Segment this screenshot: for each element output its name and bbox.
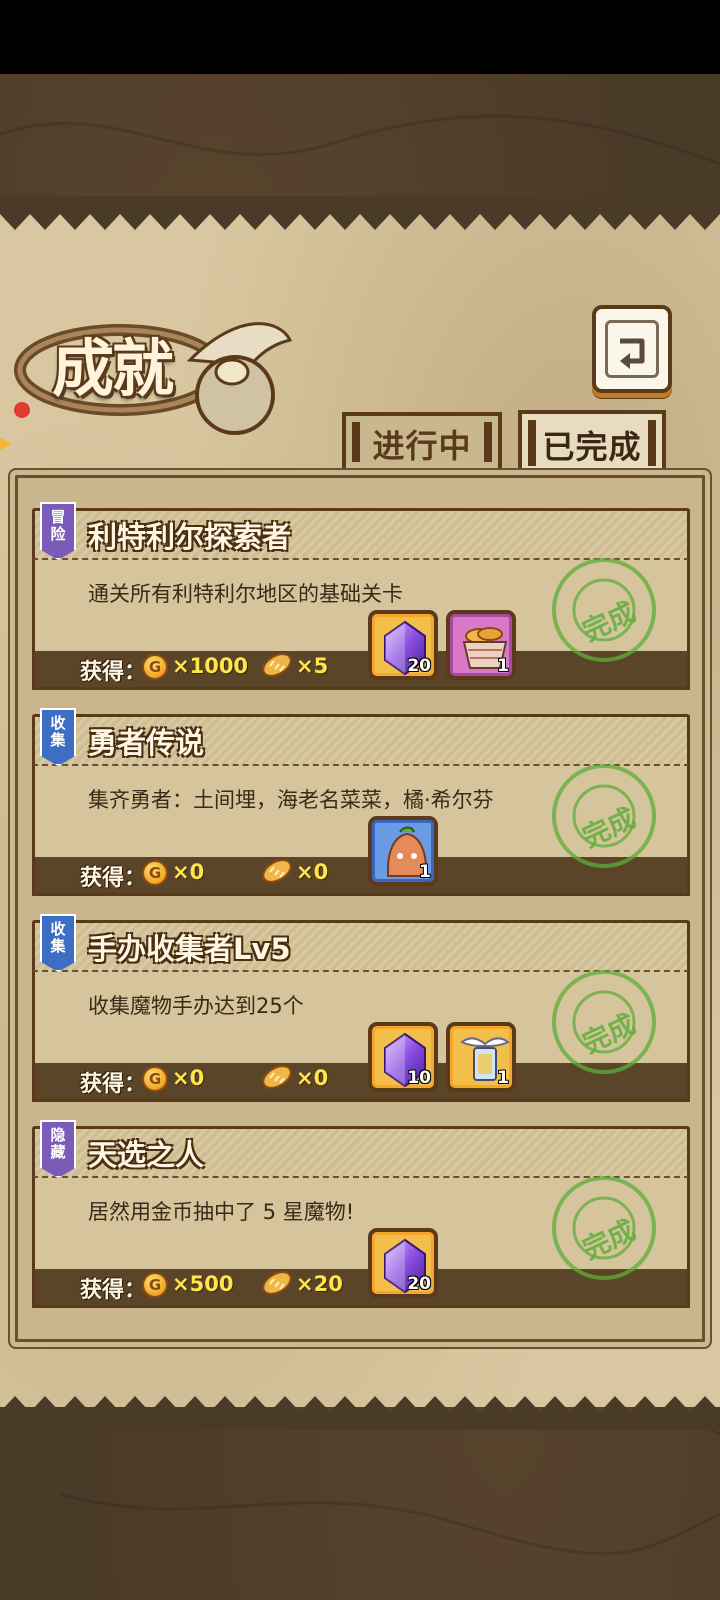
side-expand-arrow-icon[interactable]: ▶ xyxy=(0,432,14,454)
achievement-description: 集齐勇者：土间埋，海老名菜菜，橘·希尔芬 xyxy=(88,788,494,812)
tab-bar-right xyxy=(484,422,492,462)
reward-label: 获得： xyxy=(80,660,147,685)
gold-amount: ×0 xyxy=(172,860,205,884)
item-quantity: 1 xyxy=(497,1068,509,1088)
torn-edge-bottom xyxy=(0,1396,720,1430)
back-button[interactable] xyxy=(592,305,672,393)
tab-bar-right xyxy=(648,420,656,466)
item-quantity: 20 xyxy=(407,656,431,676)
bread-icon xyxy=(262,859,292,883)
bread-icon xyxy=(262,653,292,677)
achievement-card[interactable]: 收集 勇者传说 集齐勇者：土间埋，海老名菜菜，橘·希尔芬 获得： G ×0 ×0… xyxy=(32,708,690,896)
gold-amount: ×0 xyxy=(172,1066,205,1090)
item-quantity: 10 xyxy=(407,1068,431,1088)
bread-icon xyxy=(262,1271,292,1295)
reward-item-gem[interactable]: 10 xyxy=(368,1022,438,1092)
achievement-description: 居然用金币抽中了 5 星魔物! xyxy=(88,1200,355,1224)
achievement-name: 勇者传说 xyxy=(88,726,205,760)
category-badge: 隐藏 xyxy=(40,1120,76,1178)
reward-label: 获得： xyxy=(80,1072,147,1097)
tab-bar-left xyxy=(528,420,536,466)
item-quantity: 20 xyxy=(407,1274,431,1294)
achievement-card[interactable]: 冒险 利特利尔探索者 通关所有利特利尔地区的基础关卡 获得： G ×1000 ×… xyxy=(32,502,690,690)
notification-dot xyxy=(14,402,30,418)
status-bar xyxy=(0,0,720,74)
tab-completed-label: 已完成 xyxy=(542,428,642,466)
reward-item-gem[interactable]: 20 xyxy=(368,1228,438,1298)
bread-icon xyxy=(262,1065,292,1089)
achievement-name: 手办收集者Lv5 xyxy=(88,932,291,966)
gold-coin-icon: G xyxy=(142,1272,168,1298)
category-badge: 收集 xyxy=(40,708,76,766)
tab-in-progress[interactable]: 进行中 xyxy=(342,412,502,472)
bread-amount: ×0 xyxy=(296,860,329,884)
return-arrow-icon xyxy=(605,320,659,378)
tab-bar-left xyxy=(352,422,360,462)
achievement-description: 收集魔物手办达到25个 xyxy=(88,994,304,1018)
achievement-name: 利特利尔探索者 xyxy=(88,520,292,554)
page-title: 成就 xyxy=(52,332,174,405)
gold-coin-icon: G xyxy=(142,1066,168,1092)
achievement-description: 通关所有利特利尔地区的基础关卡 xyxy=(88,582,403,606)
gold-coin-icon: G xyxy=(142,860,168,886)
bread-amount: ×0 xyxy=(296,1066,329,1090)
achievement-card[interactable]: 收集 手办收集者Lv5 收集魔物手办达到25个 获得： G ×0 ×0 10 1… xyxy=(32,914,690,1102)
reward-item-gem[interactable]: 20 xyxy=(368,610,438,680)
reward-item-basket[interactable]: 1 xyxy=(446,610,516,680)
item-quantity: 1 xyxy=(419,862,431,882)
achievement-name: 天选之人 xyxy=(88,1138,205,1172)
tab-in-progress-label: 进行中 xyxy=(372,427,472,465)
gold-amount: ×1000 xyxy=(172,654,249,678)
torn-edge-top xyxy=(0,196,720,230)
reward-item-lantern[interactable]: 1 xyxy=(446,1022,516,1092)
tab-completed[interactable]: 已完成 xyxy=(518,410,666,476)
reward-label: 获得： xyxy=(80,866,147,891)
gold-amount: ×500 xyxy=(172,1272,234,1296)
item-quantity: 1 xyxy=(497,656,509,676)
reward-label: 获得： xyxy=(80,1278,147,1303)
bread-amount: ×5 xyxy=(296,654,329,678)
category-badge: 冒险 xyxy=(40,502,76,560)
bread-amount: ×20 xyxy=(296,1272,343,1296)
reward-item-figure[interactable]: 1 xyxy=(368,816,438,886)
gold-coin-icon: G xyxy=(142,654,168,680)
achievement-card[interactable]: 隐藏 天选之人 居然用金币抽中了 5 星魔物! 获得： G ×500 ×20 2… xyxy=(32,1120,690,1308)
category-badge: 收集 xyxy=(40,914,76,972)
